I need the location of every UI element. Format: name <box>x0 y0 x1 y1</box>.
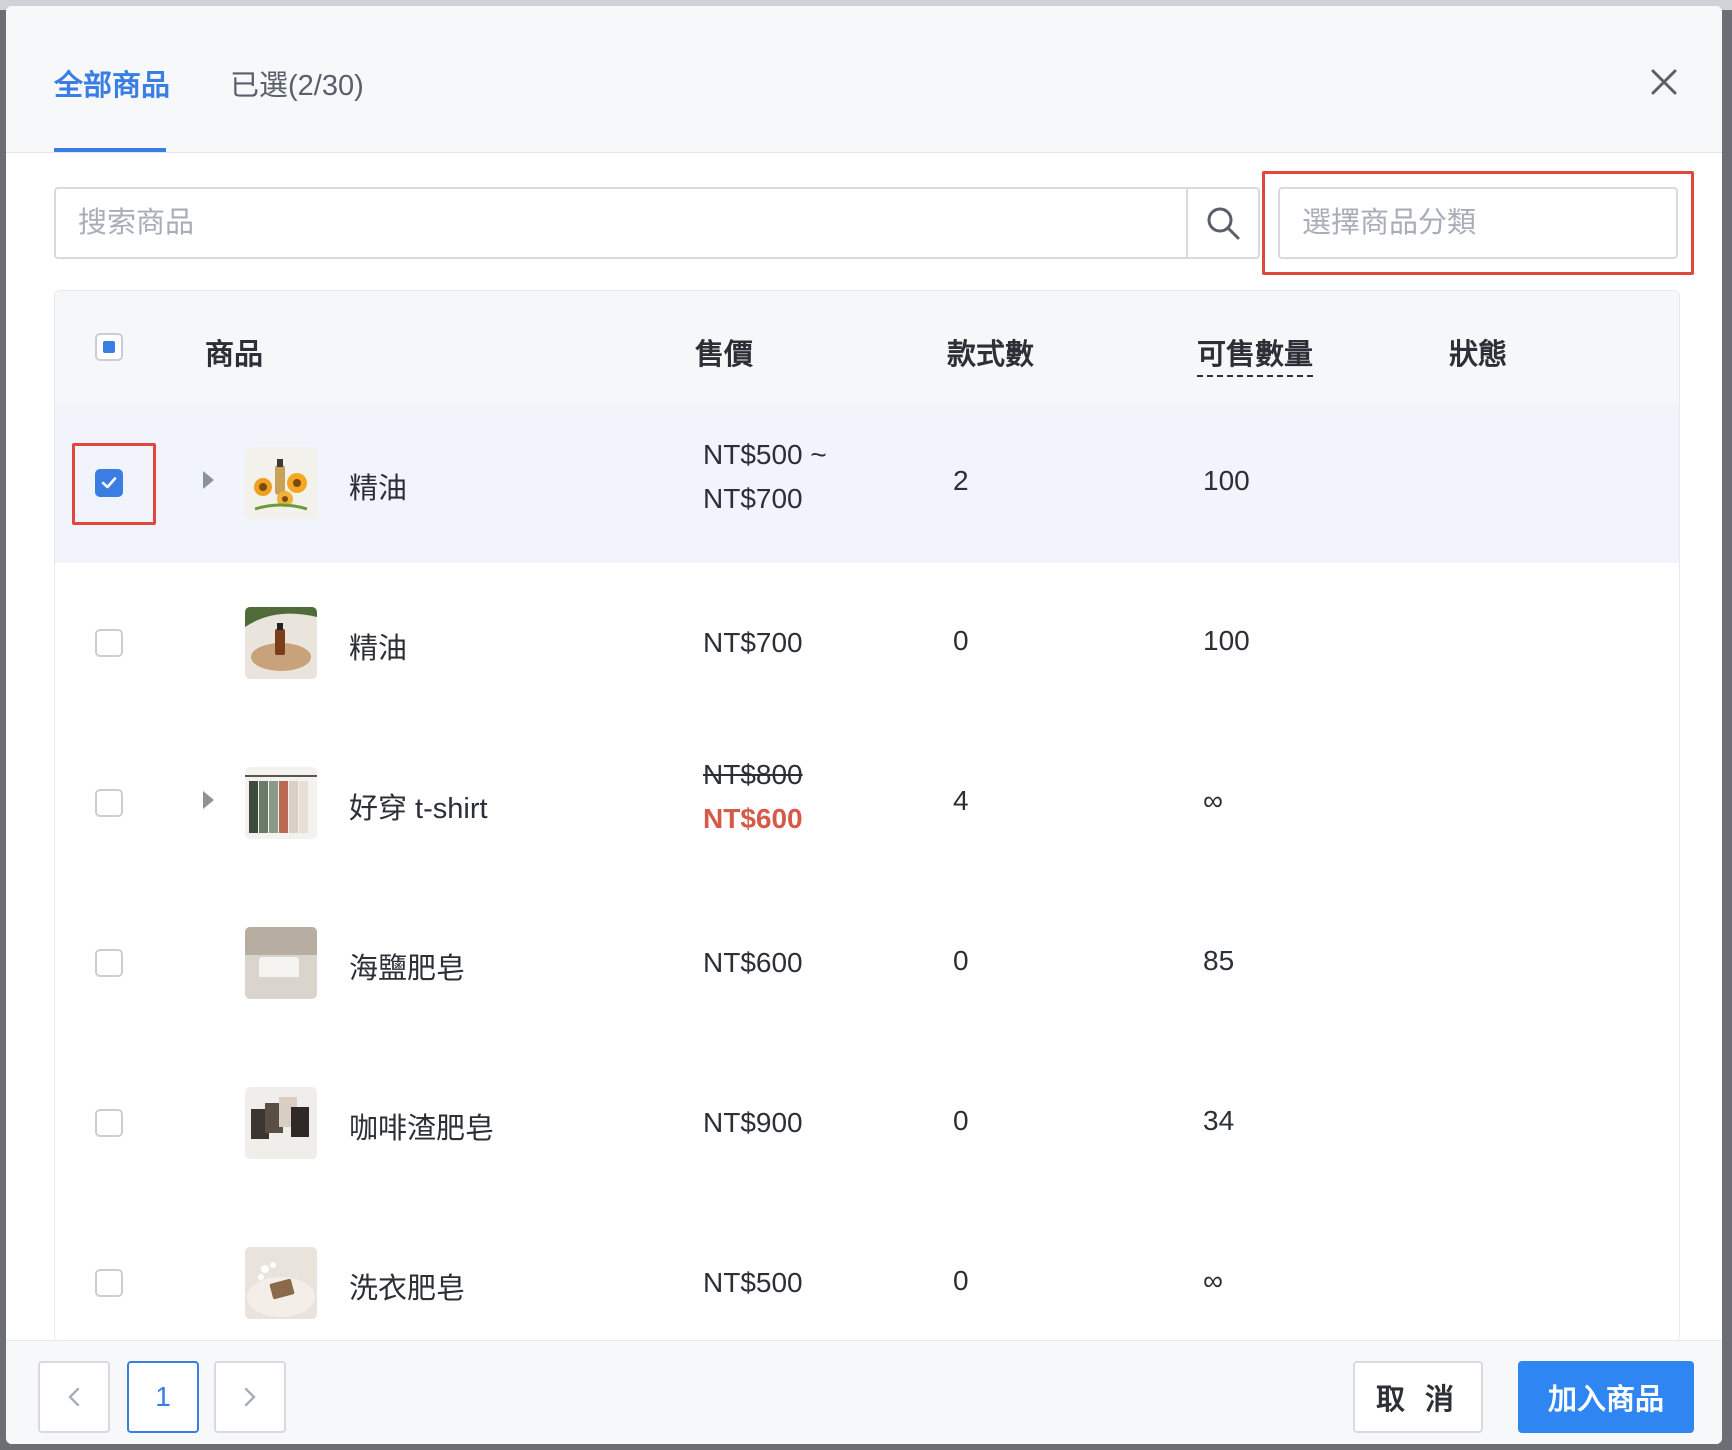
pagination-prev-button[interactable] <box>38 1361 110 1433</box>
variant-count: 0 <box>953 1265 969 1296</box>
row-checkbox[interactable] <box>95 629 123 657</box>
search-input[interactable] <box>56 189 1186 257</box>
product-name: 洗衣肥皂 <box>349 1273 466 1305</box>
variant-count: 0 <box>953 945 969 976</box>
product-price: NT$500 <box>703 1261 803 1305</box>
pagination-page-button[interactable]: 1 <box>127 1361 199 1433</box>
active-tab-indicator <box>54 148 166 152</box>
pagination-next-button[interactable] <box>214 1361 286 1433</box>
table-row[interactable]: 海鹽肥皂 NT$600 0 85 <box>55 883 1679 1044</box>
product-thumbnail <box>245 447 317 519</box>
available-qty: 100 <box>1203 625 1250 656</box>
header-status: 狀態 <box>1449 339 1508 371</box>
row-checkbox[interactable] <box>95 1269 123 1297</box>
header-available-qty[interactable]: 可售數量 <box>1197 331 1314 377</box>
select-all-checkbox[interactable] <box>95 333 123 361</box>
add-products-button[interactable]: 加入商品 <box>1518 1361 1694 1433</box>
product-price: NT$800 NT$600 <box>703 753 803 841</box>
tab-selected-products[interactable]: 已選(2/30) <box>230 62 364 104</box>
row-checkbox[interactable] <box>95 469 123 497</box>
row-checkbox[interactable] <box>95 1109 123 1137</box>
product-name: 精油 <box>349 633 408 665</box>
product-name: 咖啡渣肥皂 <box>349 1113 495 1145</box>
row-checkbox[interactable] <box>95 949 123 977</box>
price-value: NT$500 <box>703 1267 803 1298</box>
header-price: 售價 <box>695 339 754 371</box>
product-picker-modal: 全部商品 已選(2/30) 選擇商品分類 商品 售價 款式數 可售數量 狀態 <box>6 6 1722 1444</box>
price-value: NT$900 <box>703 1107 803 1138</box>
search-box <box>54 187 1260 259</box>
available-qty: ∞ <box>1203 785 1223 816</box>
available-qty: 100 <box>1203 465 1250 496</box>
checkmark-icon <box>101 477 117 489</box>
variant-count: 0 <box>953 625 969 656</box>
table-row[interactable]: 咖啡渣肥皂 NT$900 0 34 <box>55 1043 1679 1204</box>
table-row[interactable]: 好穿 t-shirt NT$800 NT$600 4 ∞ <box>55 723 1679 884</box>
chevron-right-icon <box>244 1387 256 1407</box>
price-value: NT$600 <box>703 947 803 978</box>
header-product: 商品 <box>205 339 264 371</box>
product-thumbnail <box>245 1247 317 1319</box>
product-table: 商品 售價 款式數 可售數量 狀態 精油 NT$500 ~ NT$700 2 1… <box>54 290 1680 1342</box>
variant-count: 0 <box>953 1105 969 1136</box>
modal-footer: 1 取 消 加入商品 <box>6 1340 1722 1444</box>
product-price: NT$700 <box>703 621 803 665</box>
table-row[interactable]: 精油 NT$700 0 100 <box>55 563 1679 724</box>
modal-header: 全部商品 已選(2/30) <box>6 6 1722 153</box>
expand-caret-icon[interactable] <box>203 471 214 489</box>
available-qty: ∞ <box>1203 1265 1223 1296</box>
available-qty: 85 <box>1203 945 1235 976</box>
chevron-left-icon <box>68 1387 80 1407</box>
row-checkbox[interactable] <box>95 789 123 817</box>
product-name: 海鹽肥皂 <box>349 953 466 985</box>
product-name: 好穿 t-shirt <box>349 793 488 825</box>
search-button[interactable] <box>1186 189 1258 257</box>
product-price: NT$600 <box>703 941 803 985</box>
cancel-button[interactable]: 取 消 <box>1353 1361 1483 1433</box>
product-thumbnail <box>245 767 317 839</box>
variant-count: 2 <box>953 465 969 496</box>
product-thumbnail <box>245 927 317 999</box>
sale-price: NT$600 <box>703 803 803 834</box>
table-row[interactable]: 洗衣肥皂 NT$500 0 ∞ <box>55 1203 1679 1341</box>
original-price: NT$800 <box>703 759 803 790</box>
product-price: NT$500 ~ NT$700 <box>703 433 827 521</box>
close-icon[interactable] <box>1646 64 1682 100</box>
variant-count: 4 <box>953 785 969 816</box>
available-qty: 34 <box>1203 1105 1235 1136</box>
search-icon <box>1207 207 1240 240</box>
product-thumbnail <box>245 1087 317 1159</box>
price-value: NT$700 <box>703 627 803 658</box>
product-thumbnail <box>245 607 317 679</box>
price-range-start: NT$500 ~ <box>703 439 827 470</box>
expand-caret-icon[interactable] <box>203 791 214 809</box>
product-price: NT$900 <box>703 1101 803 1145</box>
tab-all-products[interactable]: 全部商品 <box>54 62 170 104</box>
table-row[interactable]: 精油 NT$500 ~ NT$700 2 100 <box>55 403 1679 564</box>
table-header: 商品 售價 款式數 可售數量 狀態 <box>55 291 1679 404</box>
category-select[interactable]: 選擇商品分類 <box>1278 187 1678 259</box>
product-name: 精油 <box>349 473 408 505</box>
header-variants: 款式數 <box>947 339 1035 371</box>
price-range-end: NT$700 <box>703 483 803 514</box>
